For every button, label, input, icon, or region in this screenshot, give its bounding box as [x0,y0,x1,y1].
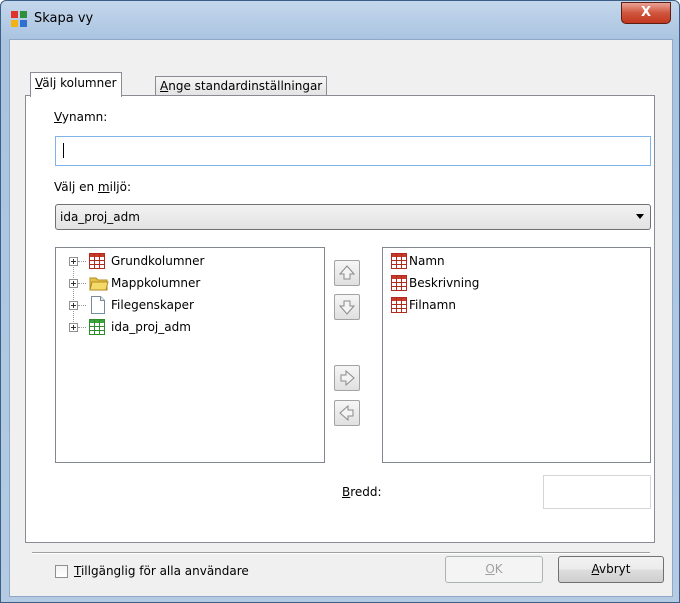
available-all-checkbox[interactable] [55,565,68,578]
tab-panel: Vynamn: Välj en miljö: ida_proj_adm Grun… [25,95,655,543]
tab-choose-columns[interactable]: Välj kolumner [30,72,122,97]
arrow-up-icon [338,265,356,280]
expand-icon[interactable] [69,279,78,288]
label-accel: m [97,180,110,194]
tab-label: älj kolumner [42,76,117,90]
tree-item-label: Filegenskaper [111,298,194,312]
move-up-button[interactable] [334,260,360,286]
table-icon [391,253,407,269]
close-button[interactable]: X [621,2,671,24]
available-columns-tree[interactable]: Grundkolumner Mappkolumner Filegenskaper… [55,247,325,463]
width-label: Bredd: [342,485,382,499]
chevron-down-icon [636,214,644,219]
tree-item-label: Grundkolumner [111,254,205,268]
label-accel: V [54,110,62,124]
label-text: iljö: [109,180,132,194]
title-bar[interactable]: Skapa vy X [1,1,679,39]
label-text: Välj en [54,180,98,194]
tree-connector [78,327,86,329]
tree-item-filegenskaper[interactable]: Filegenskaper [56,294,324,316]
close-icon: X [640,5,652,20]
app-icon [11,11,27,27]
environment-select[interactable]: ida_proj_adm [55,204,651,230]
cancel-button[interactable]: Avbryt [558,556,664,583]
remove-column-button[interactable] [334,400,360,426]
environment-selected-value: ida_proj_adm [60,210,140,224]
dialog-body: Välj kolumner Ange standardinställningar… [9,39,673,597]
tab-default-settings[interactable]: Ange standardinställningar [155,76,328,96]
available-all-label: Tillgänglig för alla användare [74,564,249,578]
text-caret [63,143,64,158]
tree-connector [78,261,86,263]
list-item-label: Beskrivning [409,276,480,290]
expand-icon[interactable] [69,301,78,310]
label-text: ynamn: [61,110,108,124]
available-all-checkbox-row[interactable]: Tillgänglig för alla användare [55,563,295,581]
tree-item-grundkolumner[interactable]: Grundkolumner [56,250,324,272]
tree-item-mappkolumner[interactable]: Mappkolumner [56,272,324,294]
create-view-dialog: Skapa vy X Välj kolumner Ange standardin… [0,0,680,603]
button-label: vbryt [599,562,631,576]
tree-item-label: Mappkolumner [111,276,201,290]
list-item-namn[interactable]: Namn [383,250,650,272]
add-column-button[interactable] [334,365,360,391]
green-table-icon [89,319,105,335]
tree-connector [78,305,86,307]
view-name-input[interactable] [55,136,651,166]
list-item-filnamn[interactable]: Filnamn [383,294,650,316]
expand-icon[interactable] [69,257,78,266]
label-text: illgänglig för alla användare [80,564,249,578]
arrow-right-icon [340,369,355,387]
selected-columns-list[interactable]: Namn Beskrivning Filnamn [382,247,651,463]
window-title: Skapa vy [34,11,94,26]
list-item-label: Filnamn [409,298,456,312]
button-accel: A [591,562,600,576]
move-down-button[interactable] [334,294,360,320]
label-accel: B [342,485,351,499]
expand-icon[interactable] [69,323,78,332]
button-accel: O [485,562,495,576]
folder-icon [89,277,109,291]
view-name-label: Vynamn: [54,110,107,124]
list-item-label: Namn [409,254,445,268]
arrow-down-icon [338,300,356,315]
tab-label-accel: A [160,79,169,93]
label-text: redd: [350,485,382,499]
arrow-left-icon [339,404,354,422]
table-icon [391,297,407,313]
tree-connector [78,283,86,285]
list-item-beskrivning[interactable]: Beskrivning [383,272,650,294]
tab-label: nge standardinställningar [168,79,323,93]
file-icon [91,296,105,314]
button-label: K [494,562,503,576]
table-icon [391,275,407,291]
environment-label: Välj en miljö: [54,180,131,194]
tree-item-label: ida_proj_adm [111,320,191,334]
width-input[interactable] [543,475,651,509]
ok-button[interactable]: OK [445,556,543,583]
footer-separator [32,552,650,554]
tree-item-ida-proj-adm[interactable]: ida_proj_adm [56,316,324,338]
label-accel: T [74,564,81,578]
table-icon [89,253,105,269]
